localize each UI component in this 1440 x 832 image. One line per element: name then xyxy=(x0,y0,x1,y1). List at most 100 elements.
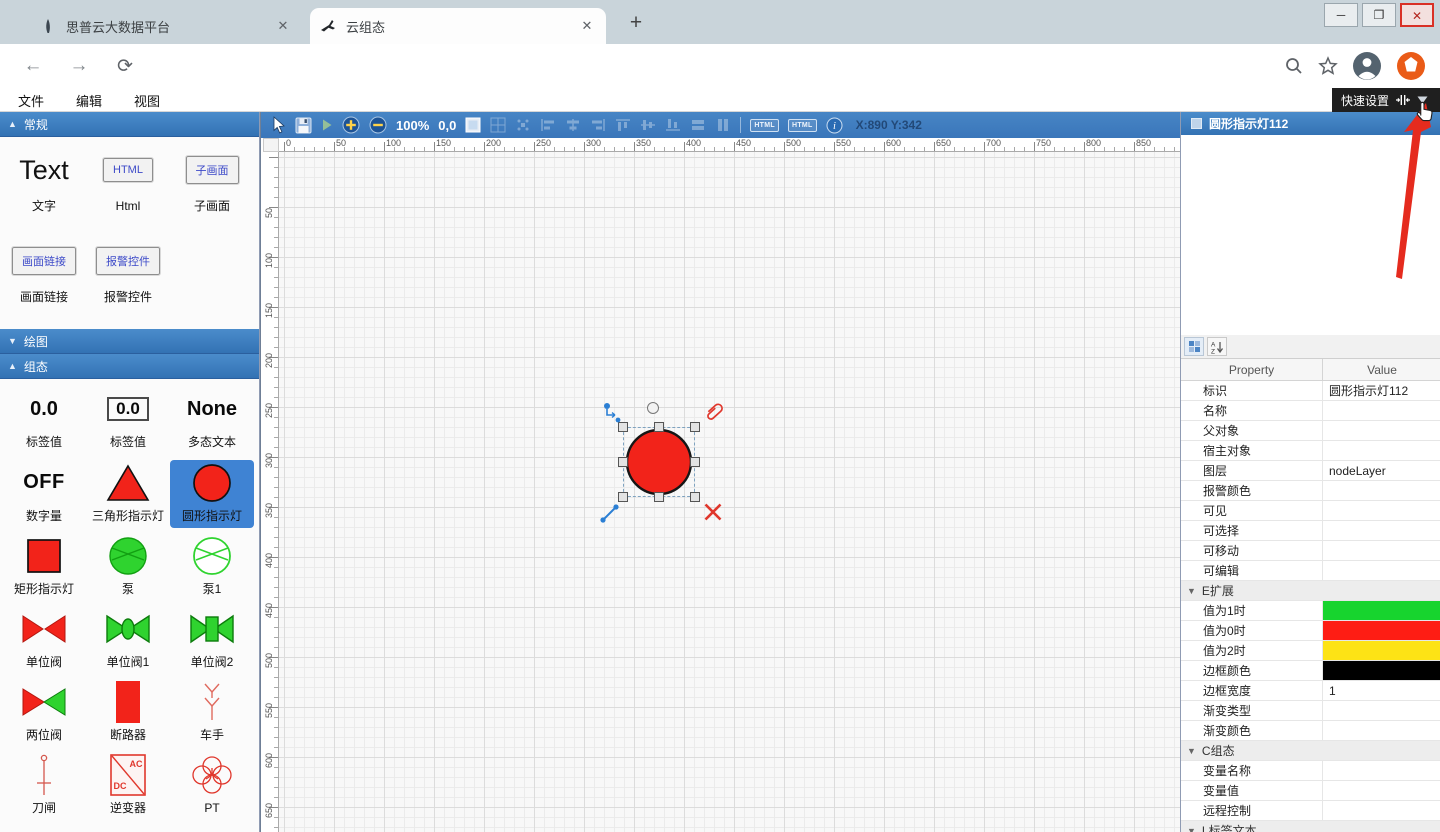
property-row-值为0时[interactable]: 值为0时 xyxy=(1181,621,1440,641)
palette-item-单位阀1[interactable]: 单位阀1 xyxy=(86,606,170,674)
property-row-宿主对象[interactable]: 宿主对象 xyxy=(1181,441,1440,461)
rotate-handle[interactable] xyxy=(647,402,659,414)
point-snap-icon[interactable] xyxy=(515,115,531,135)
palette-item-断路器[interactable]: 断路器 xyxy=(86,679,170,747)
browser-menu-icon[interactable] xyxy=(1396,51,1426,81)
reload-icon[interactable]: ⟳ xyxy=(112,55,138,78)
property-row-值为1时[interactable]: 值为1时 xyxy=(1181,601,1440,621)
palette-item-三角形指示灯[interactable]: 三角形指示灯 xyxy=(86,460,170,528)
property-value[interactable]: nodeLayer xyxy=(1323,461,1440,480)
align-left-icon[interactable] xyxy=(540,115,556,135)
zoom-out-icon[interactable] xyxy=(369,115,387,135)
property-value[interactable] xyxy=(1323,781,1440,800)
property-row-渐变类型[interactable]: 渐变类型 xyxy=(1181,701,1440,721)
pointer-tool-icon[interactable] xyxy=(271,115,286,135)
forward-icon[interactable]: → xyxy=(66,55,92,77)
property-row-变量值[interactable]: 变量值 xyxy=(1181,781,1440,801)
property-row-图层[interactable]: 图层nodeLayer xyxy=(1181,461,1440,481)
property-value[interactable] xyxy=(1323,801,1440,820)
color-swatch[interactable] xyxy=(1323,621,1440,640)
palette-item-刀闸[interactable]: 刀闸 xyxy=(2,752,86,820)
property-row-渐变颜色[interactable]: 渐变颜色 xyxy=(1181,721,1440,741)
palette-item-矩形指示灯[interactable]: 矩形指示灯 xyxy=(2,533,86,601)
property-value[interactable] xyxy=(1323,721,1440,740)
align-top-icon[interactable] xyxy=(615,115,631,135)
align-right-icon[interactable] xyxy=(590,115,606,135)
property-value[interactable] xyxy=(1323,401,1440,420)
resize-handle[interactable] xyxy=(690,457,700,467)
sort-alphabetical-button[interactable]: AZ xyxy=(1207,337,1227,356)
zoom-in-icon[interactable] xyxy=(342,115,360,135)
back-icon[interactable]: ← xyxy=(20,55,46,77)
window-minimize-button[interactable]: ─ xyxy=(1324,3,1358,27)
tab-close-icon[interactable]: ✕ xyxy=(578,18,596,34)
palette-item-多态文本[interactable]: None多态文本 xyxy=(170,386,254,454)
resize-handle[interactable] xyxy=(654,492,664,502)
property-row-L标签文本[interactable]: ▼L标签文本 xyxy=(1181,821,1440,832)
palette-item-逆变器[interactable]: ACDC逆变器 xyxy=(86,752,170,820)
property-value[interactable]: 圆形指示灯112 xyxy=(1323,381,1440,400)
property-value[interactable]: 1 xyxy=(1323,681,1440,700)
palette-item-泵1[interactable]: 泵1 xyxy=(170,533,254,601)
palette-item-车手[interactable]: 车手 xyxy=(170,679,254,747)
design-canvas[interactable] xyxy=(279,152,1181,832)
palette-item-画面链接[interactable]: 画面链接画面链接 xyxy=(2,235,86,309)
palette-item-文字[interactable]: Text文字 xyxy=(2,144,86,218)
align-center-icon[interactable] xyxy=(565,115,581,135)
palette-item-PT[interactable]: PT xyxy=(170,752,254,820)
categorized-view-button[interactable] xyxy=(1184,337,1204,356)
html-preview-icon[interactable]: HTML xyxy=(788,115,817,135)
property-row-变量名称[interactable]: 变量名称 xyxy=(1181,761,1440,781)
palette-item-圆形指示灯[interactable]: 圆形指示灯 xyxy=(170,460,254,528)
info-icon[interactable]: i xyxy=(826,115,843,135)
tab-close-icon[interactable]: ✕ xyxy=(274,18,292,34)
resize-handle[interactable] xyxy=(618,457,628,467)
property-row-边框宽度[interactable]: 边框宽度1 xyxy=(1181,681,1440,701)
color-swatch[interactable] xyxy=(1323,661,1440,680)
property-row-可编辑[interactable]: 可编辑✓ xyxy=(1181,561,1440,581)
property-row-可见[interactable]: 可见✓ xyxy=(1181,501,1440,521)
resize-handle[interactable] xyxy=(618,492,628,502)
html-export-icon[interactable]: HTML xyxy=(750,115,779,135)
grid-snap-icon[interactable] xyxy=(490,115,506,135)
align-bottom-icon[interactable] xyxy=(665,115,681,135)
property-row-边框颜色[interactable]: 边框颜色 xyxy=(1181,661,1440,681)
property-value[interactable] xyxy=(1323,481,1440,500)
chevron-down-icon[interactable] xyxy=(1417,96,1428,104)
profile-avatar[interactable] xyxy=(1352,51,1382,81)
property-value[interactable] xyxy=(1323,761,1440,780)
same-width-icon[interactable] xyxy=(690,115,706,135)
search-icon[interactable] xyxy=(1284,56,1304,76)
align-middle-icon[interactable] xyxy=(640,115,656,135)
window-close-button[interactable]: ✕ xyxy=(1400,3,1434,27)
palette-item-两位阀[interactable]: 两位阀 xyxy=(2,679,86,747)
property-row-标识[interactable]: 标识圆形指示灯112 xyxy=(1181,381,1440,401)
resize-handle[interactable] xyxy=(654,422,664,432)
color-swatch[interactable] xyxy=(1323,601,1440,620)
palette-item-报警控件[interactable]: 报警控件报警控件 xyxy=(86,235,170,309)
menu-item-2[interactable]: 视图 xyxy=(134,91,174,110)
property-row-值为2时[interactable]: 值为2时 xyxy=(1181,641,1440,661)
menu-item-1[interactable]: 编辑 xyxy=(76,91,116,110)
property-row-远程控制[interactable]: 远程控制 xyxy=(1181,801,1440,821)
save-icon[interactable] xyxy=(295,115,312,135)
palette-item-泵[interactable]: 泵 xyxy=(86,533,170,601)
zoom-level-label[interactable]: 100% xyxy=(396,115,429,135)
resize-handle[interactable] xyxy=(690,492,700,502)
palette-item-单位阀[interactable]: 单位阀 xyxy=(2,606,86,674)
bookmark-star-icon[interactable] xyxy=(1318,56,1338,76)
property-row-可移动[interactable]: 可移动✓ xyxy=(1181,541,1440,561)
property-row-C组态[interactable]: ▼C组态 xyxy=(1181,741,1440,761)
origin-label[interactable]: 0,0 xyxy=(438,115,456,135)
property-value[interactable] xyxy=(1323,421,1440,440)
property-row-父对象[interactable]: 父对象 xyxy=(1181,421,1440,441)
same-height-icon[interactable] xyxy=(715,115,731,135)
palette-section-draw[interactable]: ▼绘图 xyxy=(0,329,259,354)
property-row-名称[interactable]: 名称 xyxy=(1181,401,1440,421)
property-value[interactable] xyxy=(1323,701,1440,720)
palette-item-数字量[interactable]: OFF数字量 xyxy=(2,460,86,528)
attach-paperclip-icon[interactable] xyxy=(700,397,729,427)
palette-section-scada[interactable]: ▲组态 xyxy=(0,354,259,379)
property-row-E扩展[interactable]: ▼E扩展 xyxy=(1181,581,1440,601)
browser-tab-0[interactable]: 思普云大数据平台✕ xyxy=(30,8,302,44)
